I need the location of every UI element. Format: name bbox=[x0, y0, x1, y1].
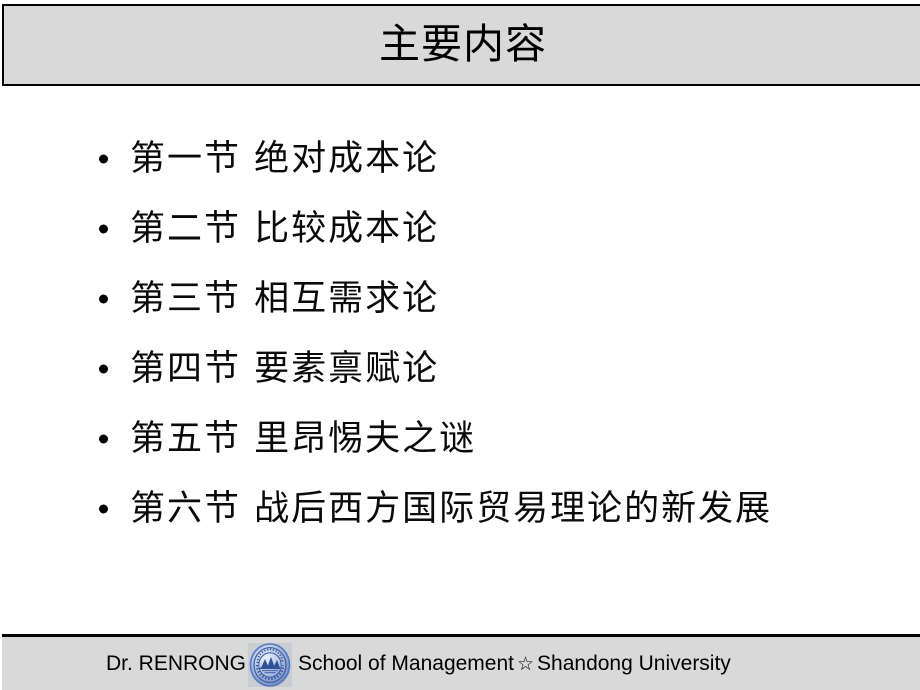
list-item: 第四节 要素禀赋论 bbox=[0, 334, 920, 404]
footer-institution: School of Management ☆ Shandong University bbox=[298, 652, 731, 676]
footer-university-label: Shandong University bbox=[537, 651, 731, 675]
bullet-dot-icon bbox=[99, 504, 108, 514]
list-item-label: 第一节 绝对成本论 bbox=[130, 138, 440, 179]
bullet-dot-icon bbox=[99, 294, 108, 304]
content-list: 第一节 绝对成本论 第二节 比较成本论 第三节 相互需求论 第四节 要素禀赋论 … bbox=[0, 124, 920, 544]
list-item-label: 第三节 相互需求论 bbox=[130, 278, 440, 319]
list-item-label: 第六节 战后西方国际贸易理论的新发展 bbox=[130, 488, 773, 529]
list-item: 第五节 里昂惕夫之谜 bbox=[0, 404, 920, 474]
list-item: 第一节 绝对成本论 bbox=[0, 124, 920, 194]
bullet-dot-icon bbox=[99, 154, 108, 164]
slide-footer: Dr. RENRONG School of Management ☆ Shand… bbox=[2, 634, 920, 690]
list-item-label: 第四节 要素禀赋论 bbox=[130, 348, 440, 389]
bullet-dot-icon bbox=[99, 434, 108, 444]
bullet-dot-icon bbox=[99, 364, 108, 374]
bullet-dot-icon bbox=[99, 224, 108, 234]
list-item: 第二节 比较成本论 bbox=[0, 194, 920, 264]
shandong-university-seal-icon bbox=[248, 642, 293, 687]
slide-title-bar: 主要内容 bbox=[2, 4, 920, 86]
star-icon: ☆ bbox=[516, 653, 535, 675]
page-title: 主要内容 bbox=[379, 19, 547, 68]
presentation-slide: 主要内容 第一节 绝对成本论 第二节 比较成本论 第三节 相互需求论 第四节 要… bbox=[0, 0, 920, 690]
list-item-label: 第五节 里昂惕夫之谜 bbox=[130, 418, 477, 459]
list-item-label: 第二节 比较成本论 bbox=[130, 208, 440, 249]
list-item: 第六节 战后西方国际贸易理论的新发展 bbox=[0, 474, 920, 544]
footer-author: Dr. RENRONG bbox=[106, 651, 247, 675]
footer-school-label: School of Management bbox=[298, 651, 514, 675]
list-item: 第三节 相互需求论 bbox=[0, 264, 920, 334]
